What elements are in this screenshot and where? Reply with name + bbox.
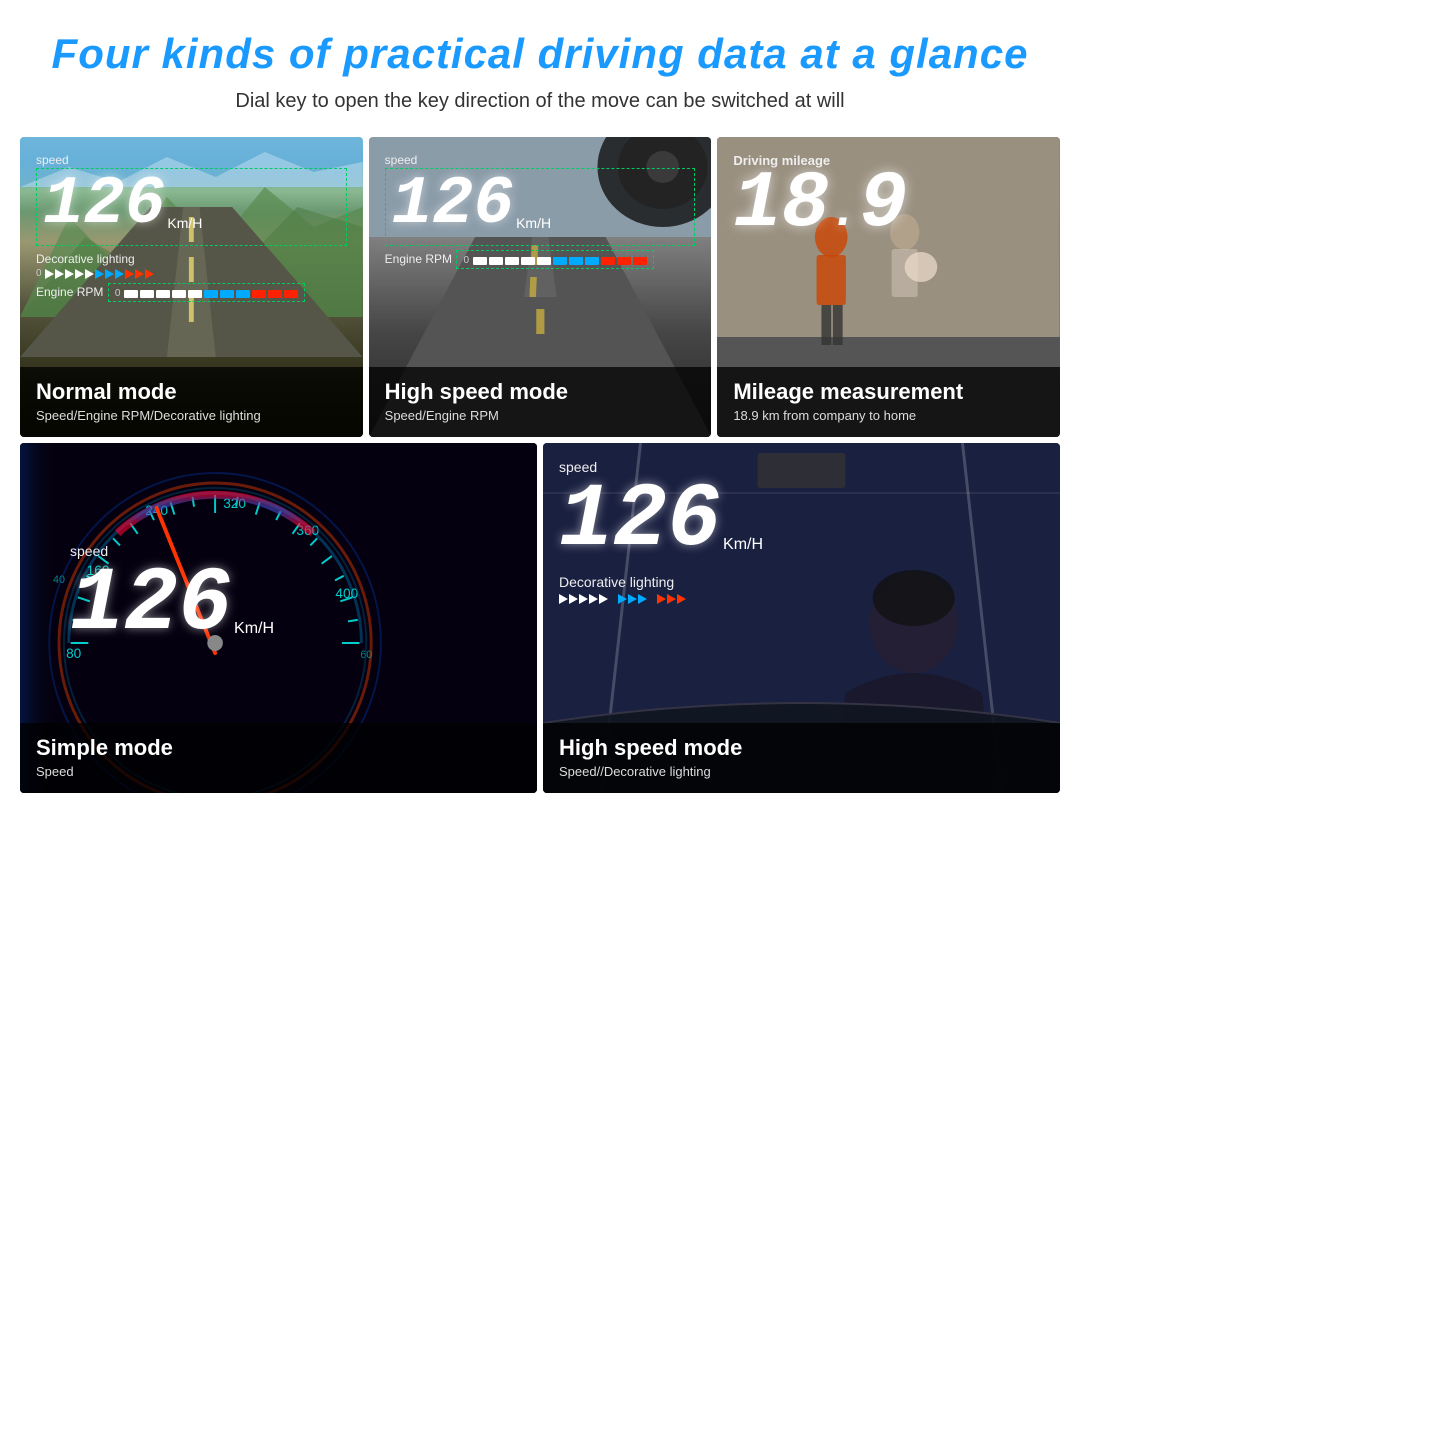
rpm-label-2: Engine RPM — [385, 252, 452, 266]
speed-value-1: 126 — [43, 171, 165, 239]
arr-b3 — [115, 269, 124, 279]
arr-r3-2 — [677, 594, 686, 604]
arr-b2-2 — [628, 594, 637, 604]
card-subtitle-hs1: Speed/Engine RPM — [385, 408, 696, 423]
speed-label-1: speed — [36, 153, 347, 167]
hud-speed-section-hs1: speed 126 Km/H — [385, 153, 696, 246]
speed-row-3: 126 Km/H — [70, 560, 521, 650]
arr-r1 — [125, 269, 134, 279]
speed-unit-4: Km/H — [723, 536, 763, 554]
card-footer-normal: Normal mode Speed/Engine RPM/Decorative … — [20, 367, 363, 437]
card-high-speed-1: speed 126 Km/H Engine RPM 0 — [369, 137, 712, 437]
top-grid: speed 126 Km/H Decorative lighting 0 — [20, 137, 1060, 437]
card-title-simple: Simple mode — [36, 735, 521, 761]
card-footer-mileage: Mileage measurement 18.9 km from company… — [717, 367, 1060, 437]
card-title-hs1: High speed mode — [385, 379, 696, 405]
card-simple-mode: 80 160 240 320 360 400 40 60 — [20, 443, 537, 793]
arr-b1 — [95, 269, 104, 279]
deco-arrows-2 — [559, 594, 1044, 604]
rpm-section-2: Engine RPM 0 — [385, 250, 696, 269]
arr-w2 — [55, 269, 64, 279]
arr-r2 — [135, 269, 144, 279]
rpm-box-1: 0 — [108, 283, 306, 302]
card-title-normal: Normal mode — [36, 379, 347, 405]
rpm-zero-1: 0 — [115, 288, 121, 299]
rpm-section-1: Engine RPM 0 — [36, 283, 347, 302]
arr-r3 — [145, 269, 154, 279]
bottom-grid: 80 160 240 320 360 400 40 60 — [20, 443, 1060, 793]
arr-b1-2 — [618, 594, 627, 604]
rpm-bar-2: 0 — [463, 255, 647, 266]
rpm-zero-2: 0 — [463, 255, 469, 266]
rpm-box-2: 0 — [456, 250, 654, 269]
card-subtitle-normal: Speed/Engine RPM/Decorative lighting — [36, 408, 347, 423]
arr-w2-2 — [569, 594, 578, 604]
arr-r1-2 — [657, 594, 666, 604]
card-footer-hs1: High speed mode Speed/Engine RPM — [369, 367, 712, 437]
arr-w4 — [75, 269, 84, 279]
rpm-bar-1: 0 — [115, 288, 299, 299]
speed-row-2: 126 Km/H — [392, 171, 689, 239]
rpm-label-1: Engine RPM — [36, 285, 103, 299]
speed-label-2: speed — [385, 153, 696, 167]
speed-row-1: 126 Km/H — [43, 171, 340, 239]
page-wrapper: Four kinds of practical driving data at … — [0, 0, 1080, 823]
card-high-speed-2: speed 126 Km/H Decorative lighting — [543, 443, 1060, 793]
card-subtitle-mileage: 18.9 km from company to home — [733, 408, 1044, 423]
arr-w3 — [65, 269, 74, 279]
mileage-display: 18.9 — [733, 165, 907, 245]
deco-label-2: Decorative lighting — [559, 574, 674, 590]
deco-section-1: Decorative lighting 0 — [36, 250, 347, 279]
subtitle: Dial key to open the key direction of th… — [20, 90, 1060, 113]
card-mileage: Driving mileage 18.9 Mileage measurement… — [717, 137, 1060, 437]
speed-box-hs2: 126 Km/H — [559, 476, 1044, 570]
deco-label-1: Decorative lighting — [36, 252, 135, 266]
speed-box-1: 126 Km/H — [36, 168, 347, 246]
arr-r2-2 — [667, 594, 676, 604]
arr-w5-2 — [599, 594, 608, 604]
speed-row-4: 126 Km/H — [559, 476, 1044, 566]
mileage-hud: Driving mileage 18.9 — [733, 153, 1044, 245]
card-normal-mode: speed 126 Km/H Decorative lighting 0 — [20, 137, 363, 437]
deco-section-2: Decorative lighting — [559, 574, 1044, 604]
hud-speed-section-hs2: speed 126 Km/H — [559, 459, 1044, 570]
speed-box-2: 126 Km/H — [385, 168, 696, 246]
arr-b3-2 — [638, 594, 647, 604]
speed-unit-1: Km/H — [167, 215, 202, 231]
hud-speed-section-simple: speed 126 Km/H — [70, 543, 521, 654]
main-title: Four kinds of practical driving data at … — [20, 30, 1060, 78]
card-subtitle-simple: Speed — [36, 764, 521, 779]
arr-w5 — [85, 269, 94, 279]
arr-w3-2 — [579, 594, 588, 604]
speed-unit-3: Km/H — [234, 620, 274, 638]
card-subtitle-hs2: Speed//Decorative lighting — [559, 764, 1044, 779]
card-title-mileage: Mileage measurement — [733, 379, 1044, 405]
arr-w1 — [45, 269, 54, 279]
card-footer-hs2: High speed mode Speed//Decorative lighti… — [543, 723, 1060, 793]
speed-value-2: 126 — [392, 171, 514, 239]
arr-w4-2 — [589, 594, 598, 604]
arr-w1-2 — [559, 594, 568, 604]
deco-zero-1: 0 — [36, 268, 42, 279]
speed-unit-2: Km/H — [516, 215, 551, 231]
hud-speed-section: speed 126 Km/H — [36, 153, 347, 246]
speed-value-3: 126 — [70, 560, 232, 650]
card-title-hs2: High speed mode — [559, 735, 1044, 761]
speed-value-4: 126 — [559, 476, 721, 566]
card-footer-simple: Simple mode Speed — [20, 723, 537, 793]
deco-arrows-1: 0 — [36, 268, 347, 279]
arr-b2 — [105, 269, 114, 279]
